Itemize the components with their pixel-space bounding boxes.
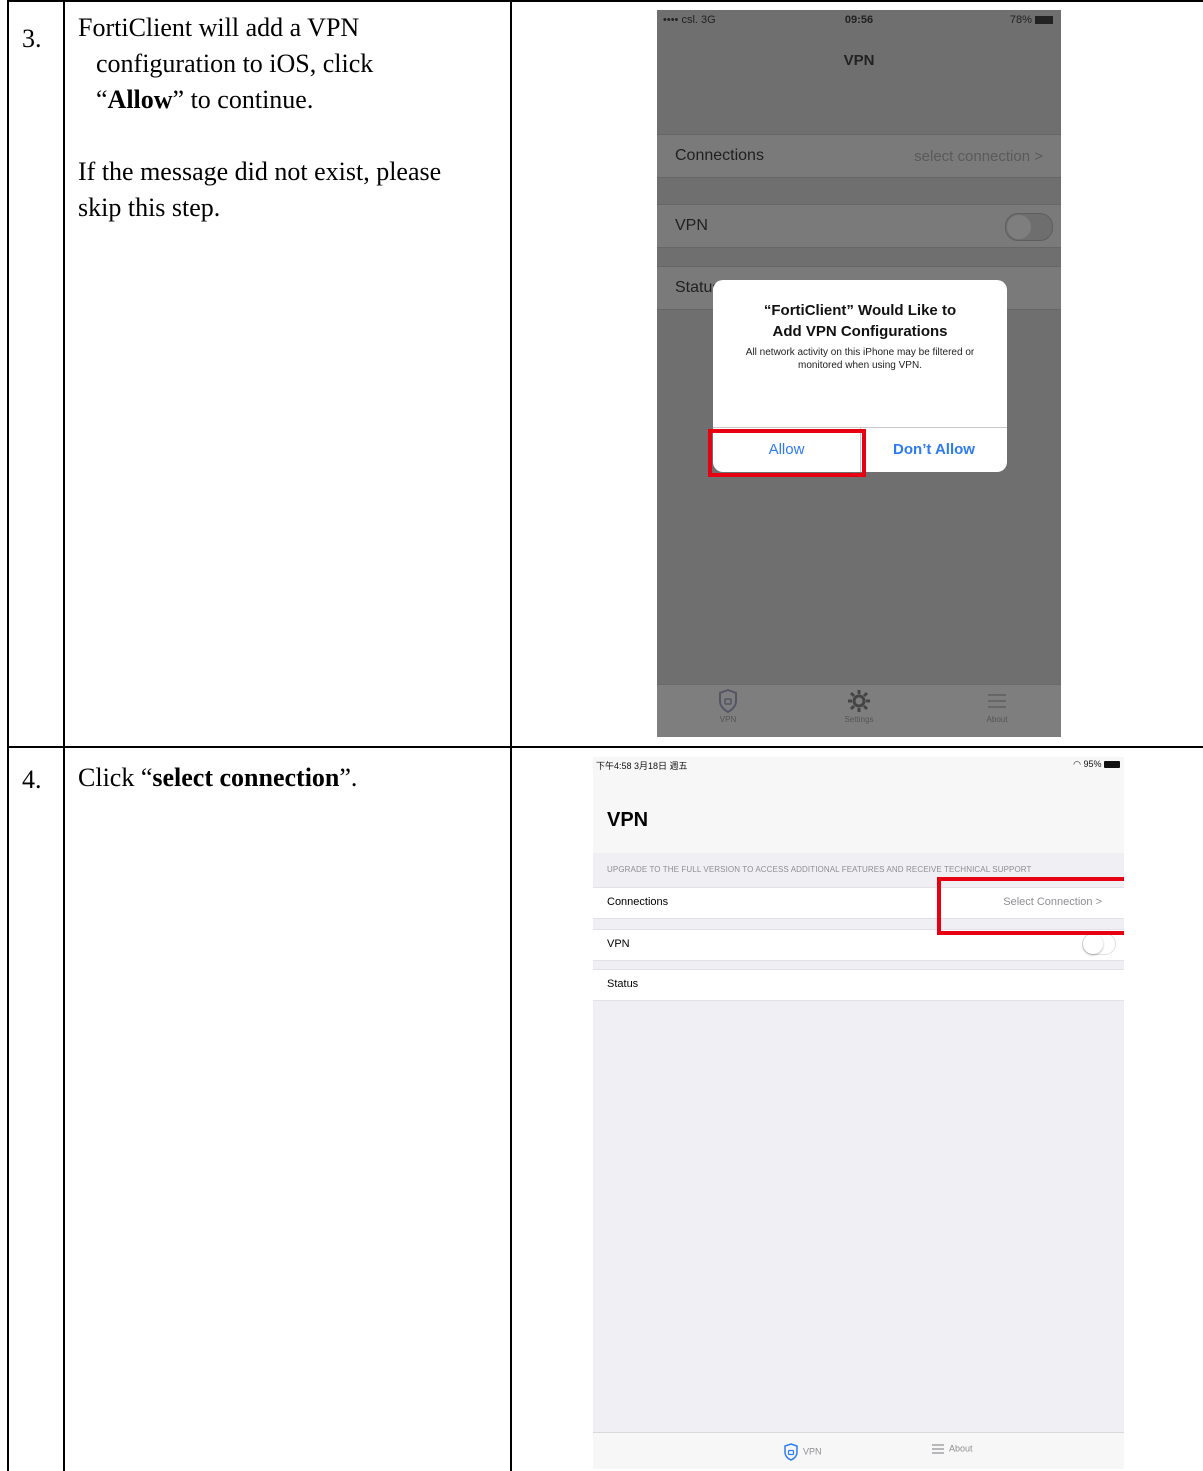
table-border-top: [7, 0, 1203, 2]
shield-icon: [719, 689, 737, 713]
instruction-text: ”.: [339, 763, 358, 792]
instruction-line: Click “select connection”.: [78, 760, 503, 796]
instruction-line: FortiClient will add a VPN: [78, 13, 360, 42]
status-time-date: 下午4:58 3月18日 週五: [596, 761, 688, 771]
tab-label: Settings: [844, 715, 874, 724]
list-icon: [988, 694, 1006, 708]
battery-indicator: 78%: [1010, 14, 1053, 26]
vpn-label: VPN: [607, 938, 630, 950]
step-4-instructions: Click “select connection”.: [78, 760, 503, 796]
instruction-line: “Allow” to continue.: [78, 82, 503, 118]
gear-icon: [848, 690, 870, 712]
vpn-toggle[interactable]: [1005, 213, 1053, 241]
alert-title: “FortiClient” Would Like to Add VPN Conf…: [713, 300, 1007, 342]
tab-bar: VPN Settings About: [657, 684, 1061, 737]
note-line: skip this step.: [78, 193, 221, 222]
vpn-label: VPN: [675, 217, 708, 234]
wifi-icon: ◠: [1073, 759, 1081, 769]
select-connection-highlight-box: [937, 877, 1124, 935]
shield-icon: [784, 1443, 798, 1461]
tab-about[interactable]: About: [931, 1443, 973, 1455]
connections-label: Connections: [607, 896, 669, 908]
tab-label: About: [949, 1443, 973, 1454]
status-row: Status: [593, 969, 1124, 1001]
tab-label: About: [986, 715, 1008, 724]
connections-row[interactable]: Connections select connection >: [657, 134, 1061, 178]
tab-bar: VPN About: [593, 1432, 1124, 1469]
battery-percent: 78%: [1009, 14, 1032, 26]
alert-title-line: Add VPN Configurations: [772, 323, 948, 340]
battery-indicator: ◠ 95%: [1073, 759, 1120, 770]
vpn-row: VPN: [657, 204, 1061, 248]
instruction-text: configuration to iOS, click: [96, 49, 374, 78]
select-connection-link[interactable]: select connection >: [914, 148, 1043, 165]
status-time: 09:56: [844, 14, 874, 26]
tab-vpn[interactable]: VPN: [688, 689, 768, 724]
vpn-toggle[interactable]: [1082, 933, 1116, 955]
instruction-text: ” to continue.: [172, 85, 314, 114]
alert-title-line: “FortiClient” Would Like to: [763, 302, 957, 319]
connections-label: Connections: [675, 147, 764, 164]
table-divider-image: [510, 0, 512, 1471]
table-divider-number: [63, 0, 65, 1471]
select-connection-emphasis: select connection: [152, 763, 340, 792]
table-row-divider: [7, 746, 1203, 748]
alert-message: All network activity on this iPhone may …: [745, 347, 975, 371]
table-border-left: [7, 0, 9, 1471]
nav-title: VPN: [607, 809, 649, 831]
step-number: 3.: [22, 24, 42, 53]
tab-label: VPN: [719, 715, 737, 724]
step-number: 4.: [22, 765, 42, 794]
instruction-text: Click “: [78, 763, 153, 792]
battery-percent: 95%: [1083, 759, 1102, 769]
status-label: Status: [607, 978, 639, 990]
status-bar: •••• csl. 3G 09:56 78%: [657, 10, 1061, 30]
upgrade-banner[interactable]: UPGRADE TO THE FULL VERSION TO ACCESS AD…: [607, 865, 1032, 874]
list-icon: [932, 1444, 944, 1454]
iphone-screenshot: •••• csl. 3G 09:56 78% VPN Connections s…: [657, 10, 1061, 737]
tab-vpn[interactable]: VPN: [783, 1443, 822, 1461]
instruction-line: configuration to iOS, click: [78, 46, 503, 82]
ipad-screenshot: 下午4:58 3月18日 週五 ◠ 95% VPN UPGRADE TO THE…: [593, 757, 1124, 1469]
nav-title: VPN: [843, 52, 875, 69]
quote-mark: “: [96, 85, 108, 114]
dont-allow-button[interactable]: Don’t Allow: [861, 428, 1007, 472]
battery-icon: [1035, 16, 1053, 25]
tab-about[interactable]: About: [957, 689, 1037, 724]
step-3-instructions: FortiClient will add a VPN configuration…: [78, 10, 503, 226]
allow-highlight-box: [708, 429, 866, 477]
note-line: If the message did not exist, please: [78, 157, 442, 186]
tab-settings[interactable]: Settings: [819, 689, 899, 724]
tab-label: VPN: [803, 1446, 822, 1457]
battery-icon: [1104, 761, 1120, 769]
allow-emphasis: Allow: [107, 85, 173, 114]
status-bar: 下午4:58 3月18日 週五 ◠ 95%: [593, 757, 1124, 773]
